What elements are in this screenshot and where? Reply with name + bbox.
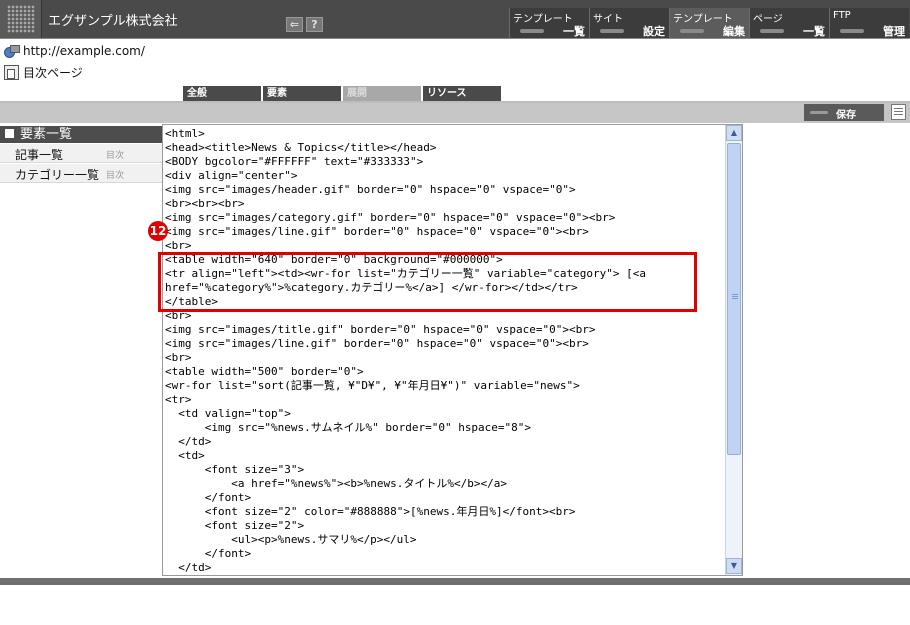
nav-page-list[interactable]: ページ 一覧 xyxy=(749,8,829,38)
nav-template-list[interactable]: テンプレート 一覧 xyxy=(509,8,589,38)
nav-template-edit[interactable]: テンプレート 編集 xyxy=(669,8,749,38)
sidebar-item-category-list[interactable]: カテゴリー一覧 目次 xyxy=(0,164,162,183)
company-name: エグザンプル株式会社 xyxy=(48,14,178,29)
code-line: <img src="images/category.gif" border="0… xyxy=(165,211,616,224)
nav-pill-icon xyxy=(520,29,544,33)
code-line: <font size="2"> xyxy=(165,519,305,532)
code-line: <a href="%news%"><b>%news.タイトル%</b></a> xyxy=(165,477,508,490)
code-line: <br> xyxy=(165,239,192,252)
toolbar xyxy=(0,103,910,123)
code-line: </font> xyxy=(165,491,252,504)
site-url: http://example.com/ xyxy=(23,44,145,58)
bottom-bar xyxy=(0,578,910,585)
code-line: <BODY bgcolor="#FFFFFF" text="#333333"> xyxy=(165,155,424,168)
logo-grid-icon xyxy=(7,5,35,33)
annotation-highlight-box xyxy=(158,252,697,312)
code-line: <td> xyxy=(165,449,205,462)
document-icon[interactable] xyxy=(891,104,906,120)
nav-pill-icon xyxy=(600,29,624,33)
tab-resources[interactable]: リソース xyxy=(423,86,501,101)
logo xyxy=(0,0,42,38)
code-line: <font size="3"> xyxy=(165,463,305,476)
page-icon xyxy=(4,65,19,80)
top-header: エグザンプル株式会社 ⇐ ? テンプレート 一覧 サイト 設定 テンプレート 編… xyxy=(0,0,910,38)
site-url-row: http://example.com/ xyxy=(4,44,145,58)
code-line: <ul><p>%news.サマリ%</p></ul> xyxy=(165,533,417,546)
page-name: 目次ページ xyxy=(23,66,83,80)
nav-pill-icon xyxy=(840,29,864,33)
back-arrow-icon[interactable]: ⇐ xyxy=(286,17,303,32)
code-line: <img src="images/title.gif" border="0" h… xyxy=(165,323,596,336)
code-line: <td valign="top"> xyxy=(165,407,291,420)
help-icon[interactable]: ? xyxy=(306,17,323,32)
code-line: <img src="%news.サムネイル%" border="0" hspac… xyxy=(165,421,532,434)
nav-pill-icon xyxy=(680,29,704,33)
code-line: <img src="images/line.gif" border="0" hs… xyxy=(165,225,589,238)
code-line: <font size="2" color="#888888">[%news.年月… xyxy=(165,505,576,518)
annotation-badge: 12 xyxy=(148,221,168,241)
code-line: <img src="images/header.gif" border="0" … xyxy=(165,183,576,196)
scroll-up-icon[interactable]: ▲ xyxy=(726,125,742,141)
square-icon xyxy=(5,129,14,138)
header-divider xyxy=(0,38,910,39)
code-line: </font> xyxy=(165,547,252,560)
code-line: </td> xyxy=(165,435,212,448)
page-name-row: 目次ページ xyxy=(4,64,83,81)
code-line: <html> xyxy=(165,127,205,140)
code-line: <wr-for list="sort(記事一覧, ¥"D¥", ¥"年月日¥")… xyxy=(165,379,580,392)
tab-expand[interactable]: 展開 xyxy=(343,86,421,101)
code-line: <head><title>News & Topics</title></head… xyxy=(165,141,437,154)
tab-elements[interactable]: 要素 xyxy=(263,86,341,101)
editor-scrollbar[interactable]: ▲ ▼ xyxy=(725,125,742,575)
scroll-thumb[interactable] xyxy=(727,143,741,455)
site-globe-icon xyxy=(4,45,20,58)
code-text[interactable]: <html> <head><title>News & Topics</title>… xyxy=(165,127,646,575)
main-nav: テンプレート 一覧 サイト 設定 テンプレート 編集 ページ 一覧 FTP 管理 xyxy=(509,8,909,38)
nav-site-settings[interactable]: サイト 設定 xyxy=(589,8,669,38)
code-line: <div align="center"> xyxy=(165,169,298,182)
save-pill-icon xyxy=(810,111,828,114)
code-editor[interactable]: <html> <head><title>News & Topics</title>… xyxy=(162,124,743,576)
code-line: <img src="images/line.gif" border="0" hs… xyxy=(165,337,589,350)
tab-general[interactable]: 全般 xyxy=(183,86,261,101)
grip-icon xyxy=(732,294,738,295)
sidebar-item-article-list[interactable]: 記事一覧 目次 xyxy=(0,144,162,163)
code-line: <table width="500" border="0"> xyxy=(165,365,364,378)
code-line: </td> xyxy=(165,561,212,574)
nav-ftp-manage[interactable]: FTP 管理 xyxy=(829,8,909,38)
sidebar-title: 要素一覧 xyxy=(0,126,162,143)
nav-pill-icon xyxy=(760,29,784,33)
scroll-down-icon[interactable]: ▼ xyxy=(726,558,742,574)
save-button[interactable]: 保存 xyxy=(804,104,884,121)
editor-tabs: 全般 要素 展開 リソース xyxy=(183,86,501,101)
code-line: <br><br><br> xyxy=(165,197,245,210)
code-line: <tr> xyxy=(165,393,192,406)
code-line: <br> xyxy=(165,351,192,364)
